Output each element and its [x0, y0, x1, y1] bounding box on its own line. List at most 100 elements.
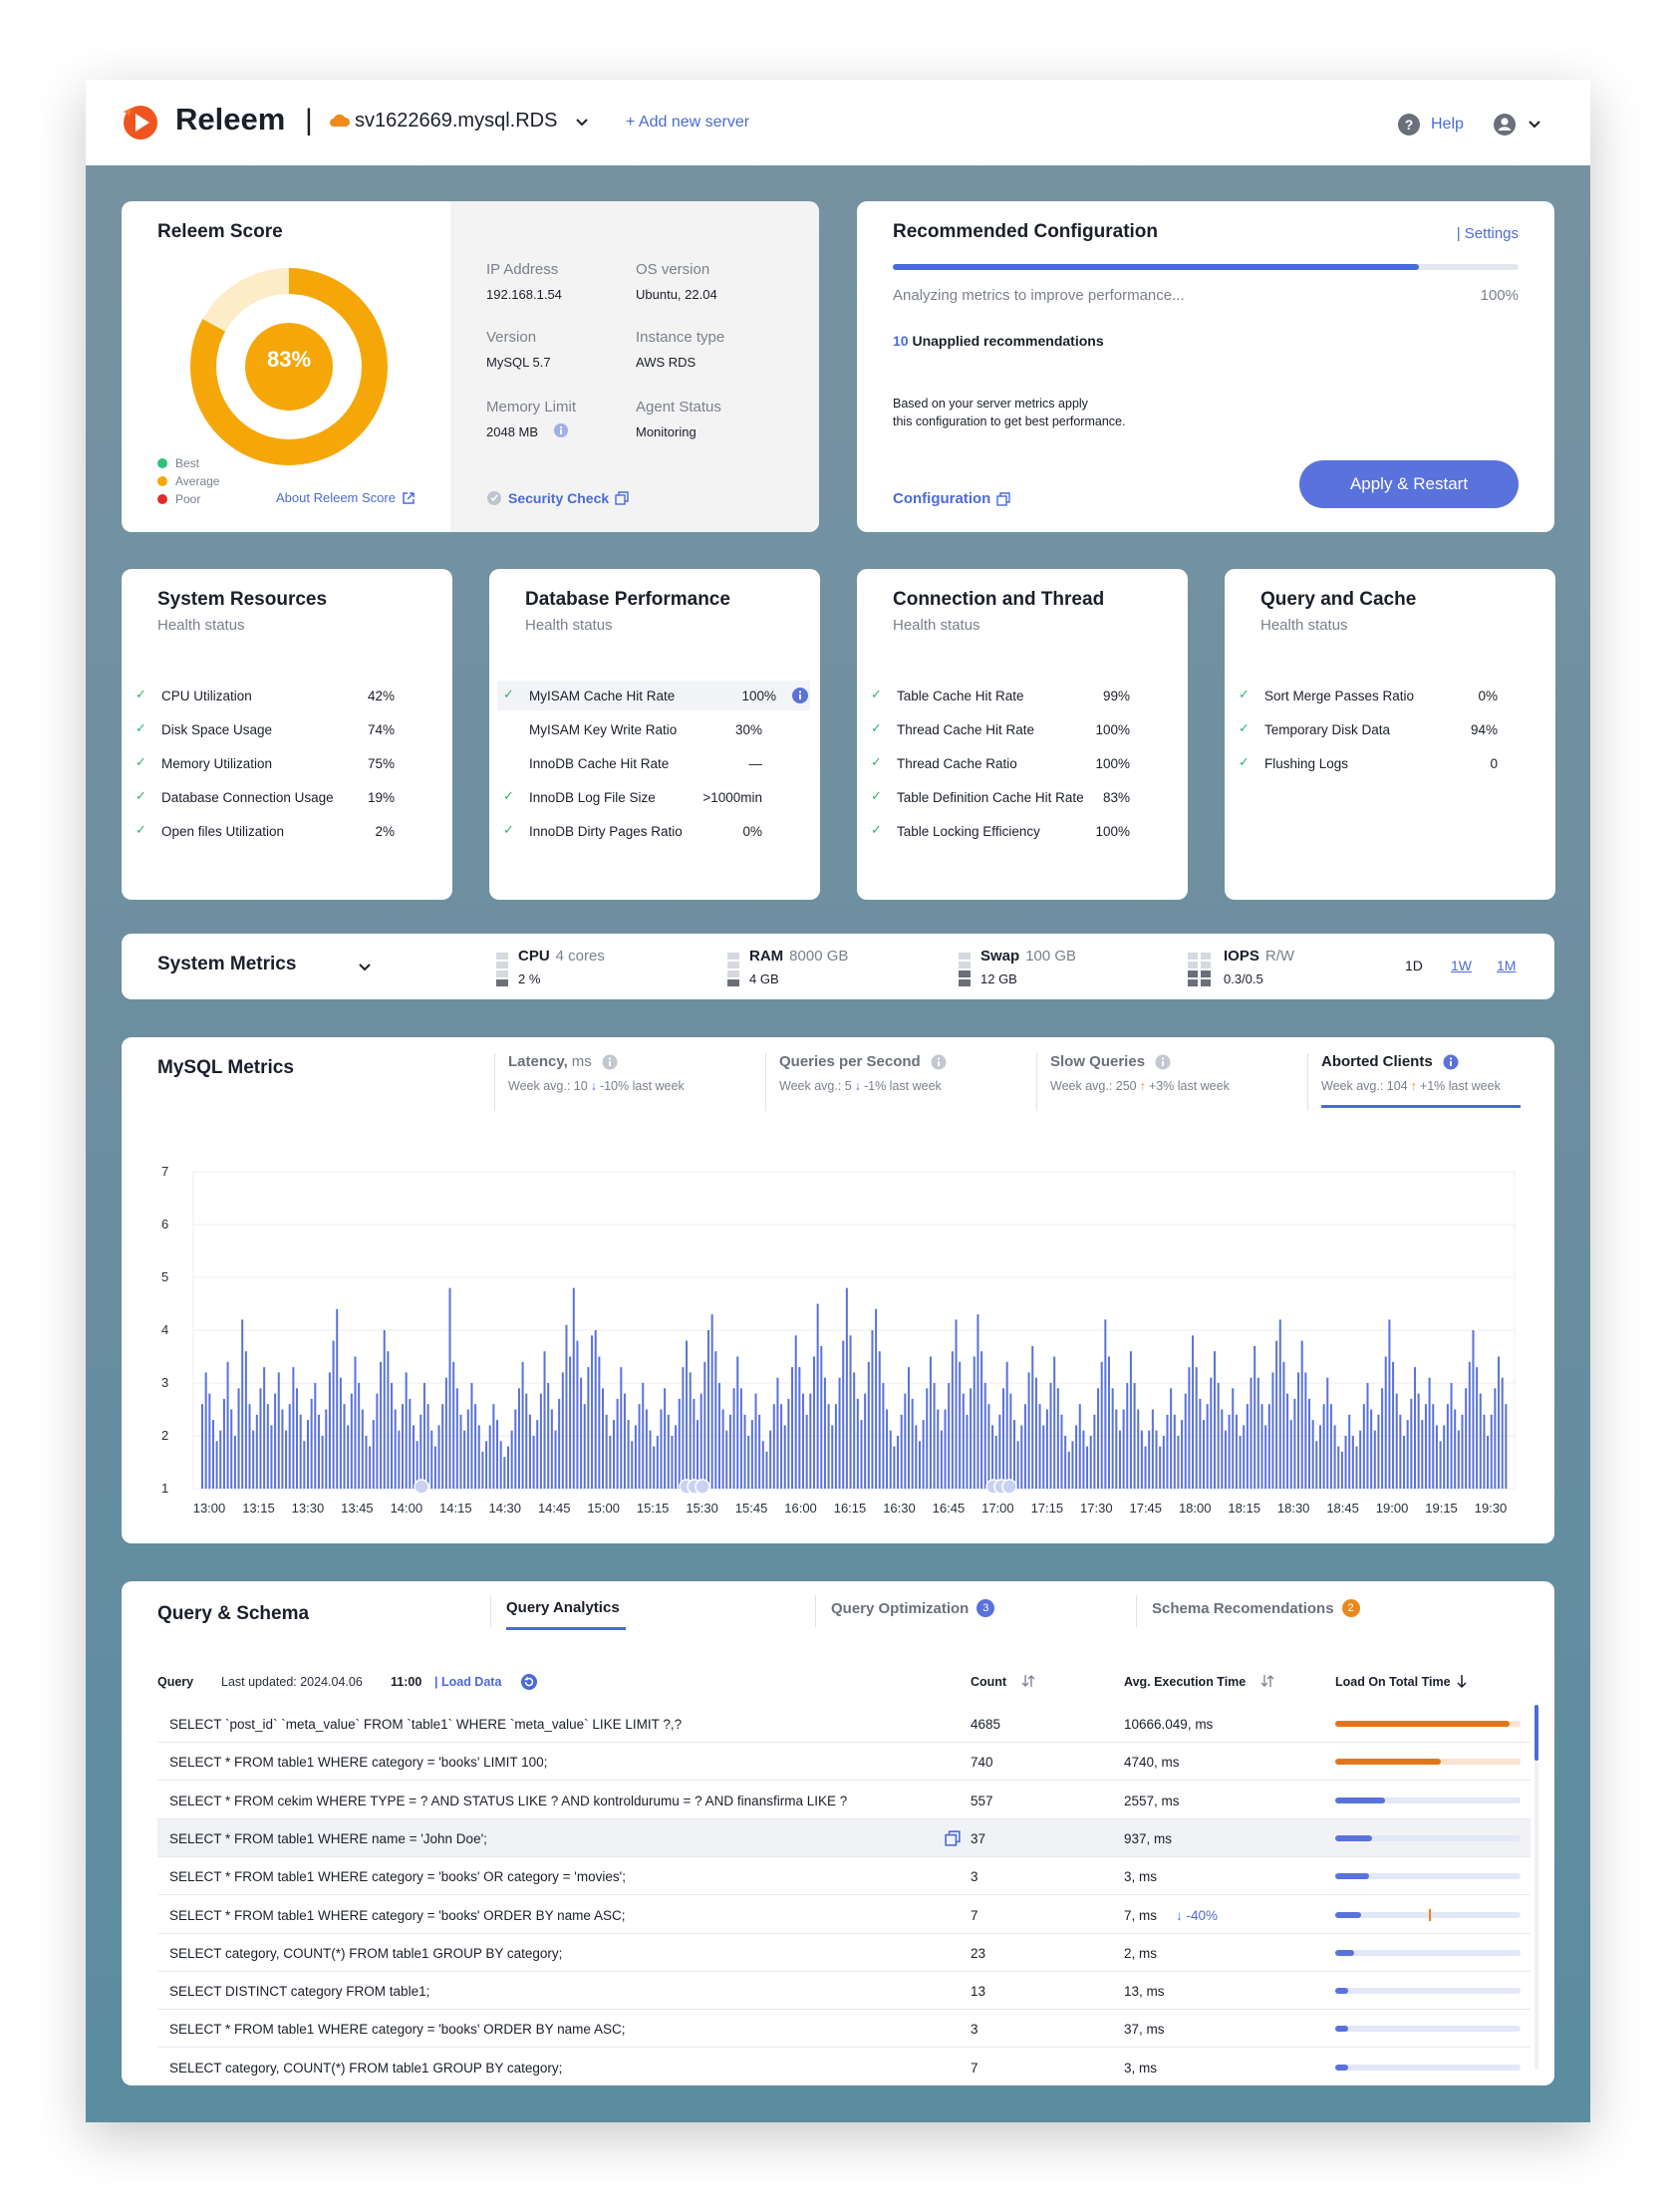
chart-bar: [376, 1393, 379, 1489]
chart-bar: [1446, 1404, 1449, 1489]
chart-x-tick: 13:00: [193, 1501, 226, 1516]
chart-x-tick: 14:30: [488, 1501, 521, 1516]
about-score-link[interactable]: About Releem Score: [276, 490, 416, 505]
chart-event-marker[interactable]: [414, 1479, 429, 1495]
chart-bar: [354, 1356, 357, 1489]
table-row[interactable]: SELECT `post_id` `meta_value` FROM `tabl…: [157, 1705, 1531, 1743]
health-metric-row[interactable]: ✓ Sort Merge Passes Ratio 0%: [1233, 681, 1532, 710]
info-icon[interactable]: [792, 688, 808, 703]
security-check-link[interactable]: Security Check: [486, 490, 629, 506]
add-server-link[interactable]: + Add new server: [626, 114, 749, 132]
security-check-label: Security Check: [508, 490, 610, 506]
sort-down-icon[interactable]: [1455, 1673, 1469, 1689]
chart-bar: [682, 1367, 685, 1489]
health-metric-row[interactable]: ✓ MyISAM Cache Hit Rate 100%: [497, 681, 810, 710]
table-row[interactable]: SELECT category, COUNT(*) FROM table1 GR…: [157, 1934, 1531, 1972]
chart-x-tick: 16:45: [933, 1501, 966, 1516]
table-row[interactable]: SELECT * FROM table1 WHERE category = 'b…: [157, 1896, 1531, 1934]
health-metric-row[interactable]: MyISAM Key Write Ratio 30%: [497, 714, 796, 744]
health-metric-value: 74%: [367, 722, 395, 737]
health-metric-name: MyISAM Cache Hit Rate: [529, 689, 676, 703]
health-metric-row[interactable]: ✓ Thread Cache Hit Rate 100%: [865, 714, 1164, 744]
chart-bar: [565, 1324, 568, 1489]
brand-separator: |: [305, 104, 313, 137]
health-metric-value: >1000min: [702, 790, 762, 805]
table-row[interactable]: SELECT * FROM cekim WHERE TYPE = ? AND S…: [157, 1782, 1531, 1819]
table-row[interactable]: SELECT DISTINCT category FROM table1; 13 1…: [157, 1972, 1531, 2011]
chevron-down-icon[interactable]: [357, 959, 373, 974]
health-metric-row[interactable]: ✓ Memory Utilization 75%: [130, 748, 428, 778]
chart-bar: [893, 1446, 896, 1489]
legend-poor: Poor: [175, 492, 201, 506]
health-metric-row[interactable]: ✓ CPU Utilization 42%: [130, 681, 428, 710]
health-metric-row[interactable]: ✓ Temporary Disk Data 94%: [1233, 714, 1532, 744]
health-metric-row[interactable]: ✓ Table Locking Efficiency 100%: [865, 816, 1164, 846]
avg-time-column-header[interactable]: Avg. Execution Time: [1124, 1675, 1246, 1689]
chart-bar: [233, 1436, 236, 1489]
user-avatar-icon[interactable]: [1493, 113, 1517, 137]
check-icon: ✓: [503, 788, 514, 803]
chart-x-tick: 14:00: [391, 1501, 423, 1516]
system-metric-value: 2 %: [518, 971, 541, 986]
tab-query-optimization[interactable]: Query Optimization 3: [831, 1599, 995, 1617]
info-icon[interactable]: [554, 423, 568, 437]
system-metric-value: 0.3/0.5: [1224, 971, 1263, 986]
copy-icon[interactable]: [945, 1830, 961, 1846]
tab-schema-recommendations[interactable]: Schema Recomendations 2: [1152, 1599, 1360, 1617]
chart-bar: [336, 1308, 339, 1489]
health-metric-row[interactable]: ✓ Database Connection Usage 19%: [130, 782, 428, 812]
svg-text:?: ?: [1405, 117, 1414, 133]
last-updated-label: Last updated: 2024.04.06: [221, 1675, 363, 1689]
configuration-link[interactable]: Configuration: [893, 490, 1011, 507]
load-data-link[interactable]: | Load Data: [434, 1675, 501, 1689]
sort-icon[interactable]: [1259, 1673, 1275, 1689]
table-row[interactable]: SELECT * FROM table1 WHERE category = 'b…: [157, 1857, 1531, 1896]
chart-event-marker[interactable]: [1001, 1479, 1017, 1495]
chevron-down-icon[interactable]: [574, 114, 590, 130]
chart-bar: [1505, 1404, 1508, 1489]
count-column-header[interactable]: Count: [971, 1675, 1006, 1689]
chart-bar: [860, 1420, 863, 1489]
server-selector[interactable]: sv1622669.mysql.RDS: [355, 110, 557, 133]
health-metric-row[interactable]: ✓ Table Cache Hit Rate 99%: [865, 681, 1164, 710]
health-metric-value: 2%: [375, 824, 395, 839]
table-row[interactable]: SELECT category, COUNT(*) FROM table1 GR…: [157, 2049, 1531, 2085]
range-1w[interactable]: 1W: [1451, 958, 1472, 973]
brand-name[interactable]: Releem: [175, 102, 285, 138]
table-row[interactable]: SELECT * FROM table1 WHERE category = 'b…: [157, 1743, 1531, 1782]
table-row[interactable]: SELECT * FROM table1 WHERE name = 'John …: [157, 1818, 1531, 1857]
health-metric-row[interactable]: ✓ InnoDB Log File Size >1000min: [497, 782, 796, 812]
chart-bar: [918, 1441, 921, 1489]
chart-event-marker[interactable]: [695, 1479, 710, 1495]
help-link[interactable]: Help: [1431, 116, 1464, 134]
load-bar-fill: [1335, 1988, 1348, 1995]
agent-value: Monitoring: [636, 424, 697, 439]
refresh-icon[interactable]: [520, 1673, 538, 1691]
load-column-header[interactable]: Load On Total Time: [1335, 1675, 1451, 1689]
apply-restart-button[interactable]: Apply & Restart: [1299, 460, 1519, 508]
health-metric-row[interactable]: InnoDB Cache Hit Rate —: [497, 748, 796, 778]
chart-bar: [660, 1409, 663, 1489]
health-metric-row[interactable]: ✓ InnoDB Dirty Pages Ratio 0%: [497, 816, 796, 846]
sort-icon[interactable]: [1020, 1673, 1036, 1689]
table-scrollbar[interactable]: [1534, 1705, 1538, 2070]
health-metric-name: InnoDB Cache Hit Rate: [529, 756, 670, 771]
table-row[interactable]: SELECT * FROM table1 WHERE category = 'b…: [157, 2010, 1531, 2049]
tab-query-analytics[interactable]: Query Analytics: [506, 1599, 626, 1630]
health-metric-row[interactable]: ✓ Open files Utilization 2%: [130, 816, 428, 846]
chart-bar: [1097, 1388, 1100, 1489]
range-1d[interactable]: 1D: [1405, 958, 1423, 973]
chart-bar: [433, 1446, 436, 1489]
health-metric-row[interactable]: ✓ Flushing Logs 0: [1233, 748, 1532, 778]
health-metric-row[interactable]: ✓ Disk Space Usage 74%: [130, 714, 428, 744]
user-menu-chevron-icon[interactable]: [1527, 116, 1542, 132]
range-1m[interactable]: 1M: [1497, 958, 1516, 973]
chart-bar: [612, 1420, 615, 1489]
query-count: 37: [971, 1830, 986, 1846]
health-metric-row[interactable]: ✓ Table Definition Cache Hit Rate 83%: [865, 782, 1164, 812]
settings-link[interactable]: | Settings: [1457, 225, 1519, 242]
help-icon[interactable]: ?: [1397, 113, 1421, 137]
scrollbar-thumb[interactable]: [1534, 1705, 1538, 1761]
health-metric-row[interactable]: ✓ Thread Cache Ratio 100%: [865, 748, 1164, 778]
chart-bar: [809, 1393, 812, 1489]
